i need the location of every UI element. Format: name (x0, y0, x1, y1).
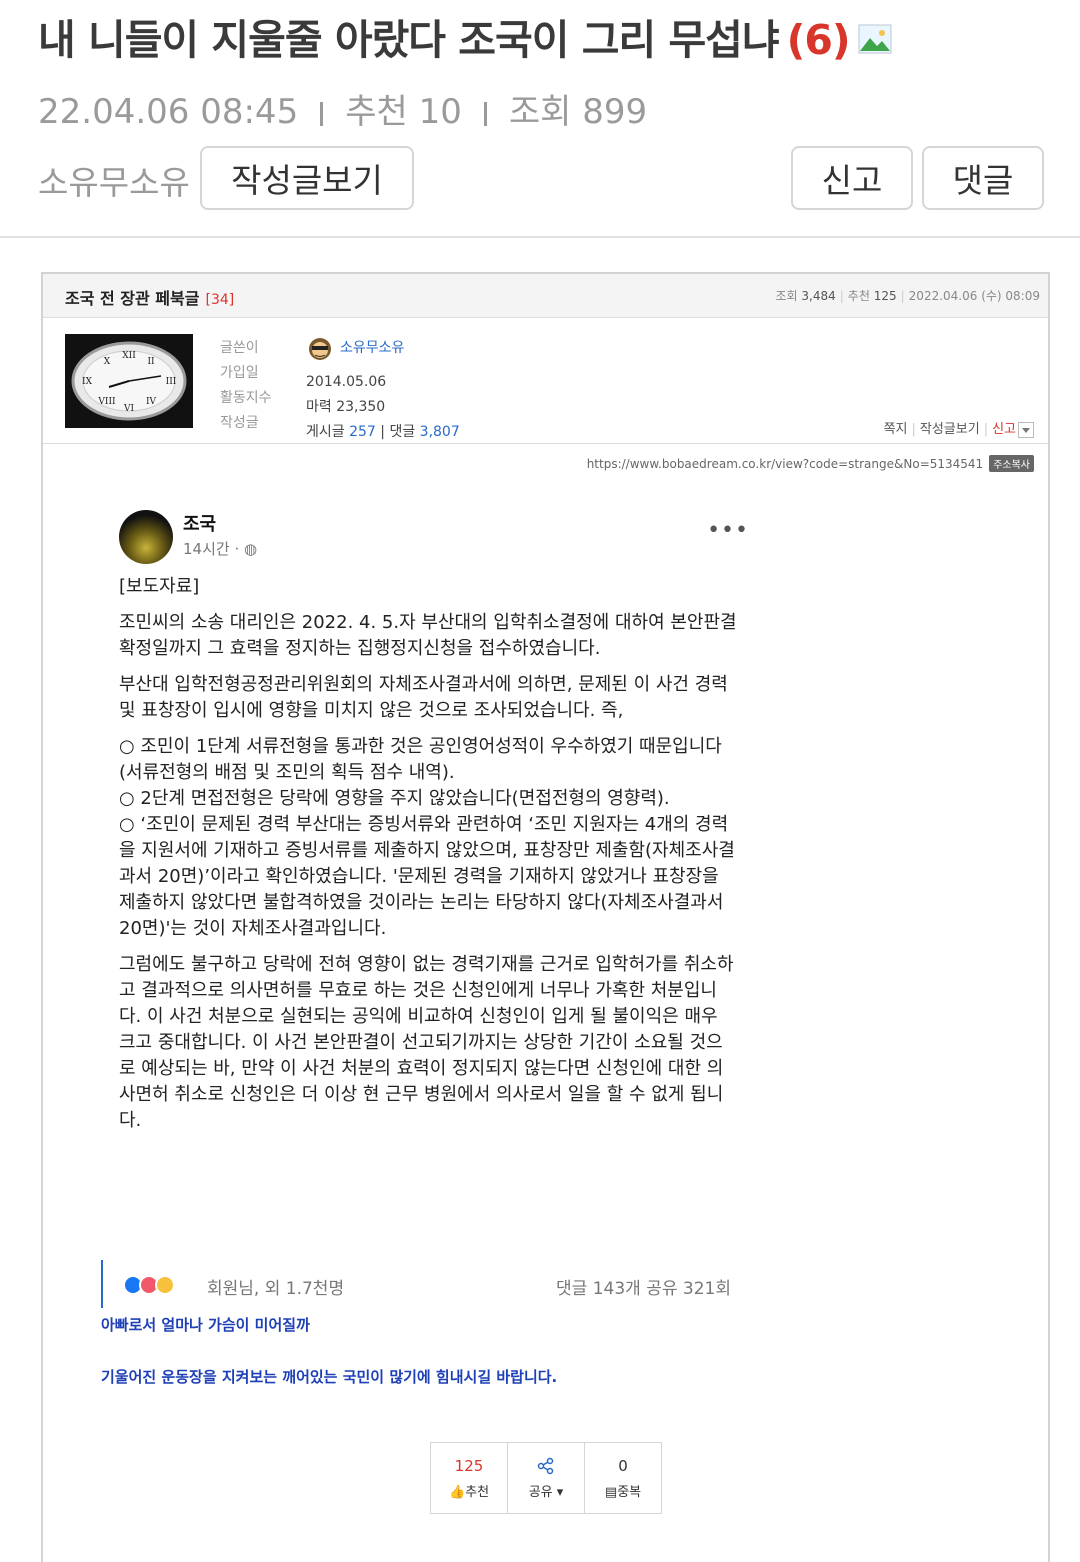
more-options-icon: ••• (707, 518, 749, 543)
fb-reactions-row: 회원님, 외 1.7천명 댓글 143개 공유 321회 (101, 1260, 731, 1308)
embed-header: 조국 전 장관 페북글 [34] 조회 3,484 | 추천 125 | 2022.04.… (43, 274, 1048, 318)
report-link: 신고 (992, 422, 1016, 437)
svg-text:IX: IX (82, 377, 93, 387)
divider (320, 101, 324, 126)
svg-text:VIII: VIII (97, 397, 116, 407)
label-activity: 활동지수 (220, 390, 272, 406)
fb-paragraph: ○ 2단계 면접전형은 당락에 영향을 주지 않았습니다(면접전형의 영향력). (119, 788, 670, 809)
fb-paragraph: ○ ‘조민이 문제된 경력 부산대는 증빙서류와 관련하여 ‘조민 지원자는 4… (119, 814, 735, 939)
posts-count: 257 (349, 423, 376, 440)
user-post-counts: 게시글 257 | 댓글 3,807 (306, 423, 460, 440)
embed-rec-label: 추천 (465, 1484, 490, 1500)
caret-down-icon: ▾ (556, 1484, 564, 1500)
embed-share-label: 공유 (528, 1484, 553, 1500)
reaction-icons (123, 1274, 175, 1295)
embed-rec-label: 추천 (847, 289, 870, 303)
fb-paragraph: 조민씨의 소송 대리인은 2022. 4. 5.자 부산대의 입학취소결정에 대… (119, 612, 737, 659)
message-link: 쪽지 (883, 422, 908, 437)
report-button[interactable]: 신고 (791, 146, 913, 210)
fb-paragraph: [보도자료] (119, 576, 200, 597)
copy-url-badge: 주소복사 (989, 455, 1034, 472)
embed-duplicate-cell: 0 ▤중복 (585, 1443, 661, 1513)
post-date: 22.04.06 08:45 (38, 92, 299, 132)
user-values: 소유무소유 2014.05.06 마력 23,350 게시글 257 | 댓글 … (306, 336, 460, 445)
author-comment-line: 아빠로서 얼마나 가슴이 미어질까 (101, 1316, 310, 1334)
author-row: 소유무소유 작성글보기 신고 댓글 (38, 146, 1048, 210)
embed-share-row: 공유 ▾ (529, 1481, 564, 1500)
embed-share-cell: 공유 ▾ (508, 1443, 585, 1513)
user-actions: 쪽지 | 작성글보기 | 신고 (884, 418, 1034, 438)
post-title: 내 니들이 지울줄 아랐다 조국이 그리 무섭냐 (6) (38, 6, 892, 66)
embed-stats: 조회 3,484 | 추천 125 | 2022.04.06 (수) 08:09 (775, 289, 1040, 303)
user-labels: 글쓴이 가입일 활동지수 작성글 (220, 336, 272, 436)
user-joined: 2014.05.06 (306, 373, 387, 390)
view-posts-button[interactable]: 작성글보기 (200, 146, 414, 210)
view-count: 조회 899 (508, 92, 648, 132)
embed-dup-row: ▤중복 (605, 1481, 641, 1500)
share-icon (537, 1457, 554, 1474)
embed-user-info: XII VI IX III II X IV VIII 글쓴이 가입일 활동지수 작성글 (43, 318, 1048, 444)
user-nick[interactable]: 소유무소유 (340, 336, 404, 361)
posts-label: 게시글 (306, 423, 345, 440)
svg-text:II: II (147, 357, 155, 367)
author-comment-line: 기울어진 운동장을 지켜보는 깨어있는 국민이 많기에 힘내시길 바랍니다. (101, 1368, 558, 1386)
user-nick-row: 소유무소유 (306, 336, 404, 361)
divider (483, 101, 487, 126)
author-name[interactable]: 소유무소유 (38, 156, 190, 204)
posts-link: 작성글보기 (919, 422, 980, 437)
fb-profile-picture (119, 510, 173, 564)
post-meta: 22.04.06 08:45 추천 10 조회 899 (38, 84, 647, 133)
svg-text:III: III (166, 377, 177, 387)
svg-text:VI: VI (123, 404, 134, 414)
fb-paragraph: ○ 조민이 1단계 서류전형을 통과한 것은 공인영어성적이 우수하였기 때문입… (119, 736, 722, 783)
embed-url-row: https://www.bobaedream.co.kr/view?code=s… (587, 455, 1034, 472)
svg-text:IV: IV (146, 397, 157, 407)
embed-dup-label: 중복 (617, 1484, 642, 1500)
post-header: 내 니들이 지울줄 아랐다 조국이 그리 무섭냐 (6) 22.04.06 08:… (0, 0, 1080, 238)
embed-views-label: 조회 (775, 289, 798, 303)
label-writer: 글쓴이 (220, 340, 259, 356)
embed-rec-row: 👍추천 (449, 1481, 489, 1500)
document-icon: ▤ (604, 1484, 618, 1500)
embed-rec: 125 (873, 289, 897, 303)
svg-text:XII: XII (122, 351, 136, 361)
embed-url: https://www.bobaedream.co.kr/view?code=s… (586, 457, 984, 471)
embed-dup-count: 0 (618, 1456, 628, 1475)
user-badge-icon (309, 337, 331, 360)
embed-reaction-bar: 125 👍추천 공유 ▾ 0 ▤중복 (430, 1442, 662, 1514)
sad-reaction-icon (155, 1274, 175, 1295)
comment-button[interactable]: 댓글 (922, 146, 1044, 210)
svg-text:X: X (104, 357, 111, 367)
fb-post-body: [보도자료] 조민씨의 소송 대리인은 2022. 4. 5.자 부산대의 입학… (119, 574, 739, 1144)
fb-paragraph: 그럼에도 불구하고 당락에 전혀 영향이 없는 경력기재를 근거로 입학허가를 … (119, 954, 734, 1131)
embed-date: 2022.04.06 (수) 08:09 (908, 289, 1040, 303)
comments-count: 3,807 (419, 423, 460, 440)
fb-comment-share-counts: 댓글 143개 공유 321회 (556, 1279, 731, 1299)
recommend-count: 추천 10 (345, 92, 462, 132)
embed-rec-count: 125 (454, 1456, 484, 1475)
label-posts: 작성글 (220, 415, 259, 431)
post-title-text: 내 니들이 지울줄 아랐다 조국이 그리 무섭냐 (38, 16, 780, 64)
fb-reaction-summary: 회원님, 외 1.7천명 (207, 1279, 345, 1299)
embed-comment-count: [34] (205, 292, 235, 308)
dropdown-icon (1018, 421, 1034, 438)
clock-avatar-image: XII VI IX III II X IV VIII (65, 334, 193, 428)
embed-title-text: 조국 전 장관 페북글 (65, 289, 200, 308)
embedded-post-image: 조국 전 장관 페북글 [34] 조회 3,484 | 추천 125 | 2022.04.… (41, 272, 1050, 1562)
comment-count[interactable]: (6) (787, 16, 851, 64)
image-icon (858, 24, 892, 54)
embed-title: 조국 전 장관 페북글 [34] (65, 285, 234, 309)
embed-views: 3,484 (801, 289, 836, 303)
embed-recommend-cell: 125 👍추천 (431, 1443, 508, 1513)
thumbs-up-icon: 👍 (448, 1484, 466, 1500)
fb-paragraph: 부산대 입학전형공정관리위원회의 자체조사결과서에 의하면, 문제된 이 사건 … (119, 674, 728, 721)
label-joined: 가입일 (220, 365, 259, 381)
comments-label: 댓글 (389, 423, 416, 440)
fb-author-name: 조국 (183, 514, 217, 535)
fb-post-time: 14시간 · ◍ (183, 540, 258, 558)
user-activity: 마력 23,350 (306, 398, 386, 415)
